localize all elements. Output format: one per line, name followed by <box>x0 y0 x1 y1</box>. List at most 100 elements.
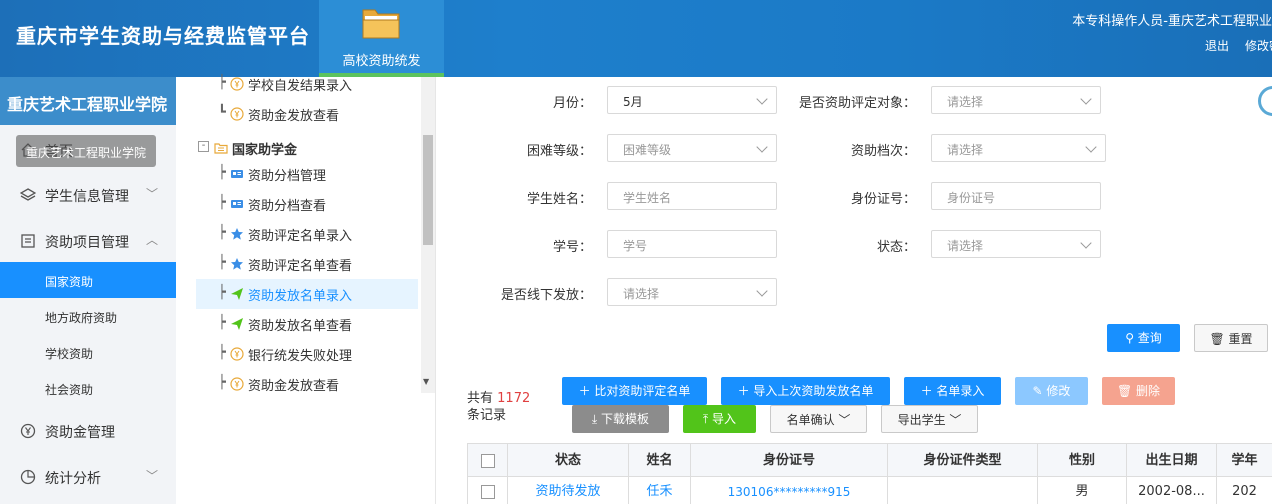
sidebar-item-label: 资助金管理 <box>45 425 115 441</box>
tree-connector: ┝ <box>218 315 226 330</box>
col-header-gender: 性别 <box>1038 444 1127 477</box>
col-header-id: 身份证号 <box>691 444 888 477</box>
tree-item-issue-entry[interactable]: ┝ 资助发放名单录入 <box>196 279 418 309</box>
student-no-placeholder: 学号 <box>623 239 648 253</box>
tree-scrollbar[interactable]: ▼ <box>421 77 435 393</box>
trash-icon: 🗑 <box>1116 384 1137 398</box>
eval-target-select[interactable]: 请选择 <box>931 86 1101 114</box>
tree-item-eval-view[interactable]: ┝ 资助评定名单查看 <box>196 249 418 279</box>
entry-label: 名单录入 <box>936 384 985 398</box>
tree-item-grade-view[interactable]: ┝ 资助分档查看 <box>196 189 418 219</box>
confirm-dropdown[interactable]: 名单确认 ﹀ <box>770 405 867 433</box>
tree-item-grade-manage[interactable]: ┝ 资助分档管理 <box>196 159 418 189</box>
eval-target-placeholder: 请选择 <box>947 95 984 109</box>
school-tooltip: 重庆艺术工程职业学院 <box>16 135 156 167</box>
checkbox[interactable] <box>480 453 495 468</box>
tree-item-fund-view-top[interactable]: ┗ 资助金发放查看 <box>196 99 418 129</box>
sidebar-sub-school[interactable]: 学校资助 <box>0 334 176 370</box>
tab-college-aid[interactable]: 高校资助统发 <box>319 0 444 77</box>
cell-year: 202 <box>1217 477 1272 504</box>
tree-item-self-result[interactable]: ┝ 学校自发结果录入 <box>196 69 418 99</box>
tree-item-bank-fail[interactable]: ┝ 银行统发失败处理 <box>196 339 418 369</box>
tree-item-label: 银行统发失败处理 <box>248 349 353 364</box>
query-button[interactable]: ⚲ 查询 <box>1107 324 1180 352</box>
tree-item-label: 资助金发放查看 <box>248 379 340 394</box>
menu-tree: ┝ 学校自发结果录入 ┗ 资助金发放查看 - 国家助学金 ┝ 资助分档管理 ┝ … <box>176 75 436 504</box>
id-no-input[interactable]: 身份证号 <box>931 182 1101 210</box>
difficulty-select[interactable]: 困难等级 <box>607 134 777 162</box>
header-select-all[interactable] <box>467 444 508 477</box>
edit-button[interactable]: ✎ 修改 <box>1015 377 1088 405</box>
name-input[interactable]: 学生姓名 <box>607 182 777 210</box>
send-icon <box>231 318 243 330</box>
chevron-down-icon: ﹀ <box>146 187 159 201</box>
id-card-icon <box>231 170 243 178</box>
chevron-down-icon <box>1080 237 1092 249</box>
cell-status[interactable]: 资助待发放 <box>508 477 629 504</box>
student-no-input[interactable]: 学号 <box>607 230 777 258</box>
sidebar-sub-local-gov[interactable]: 地方政府资助 <box>0 298 176 334</box>
import-label: 导入 <box>712 412 737 426</box>
tree-group-label: 国家助学金 <box>232 143 298 158</box>
import-last-button[interactable]: ＋ 导入上次资助发放名单 <box>721 377 890 405</box>
sidebar-sub-label: 社会资助 <box>45 383 94 397</box>
sidebar-sub-label: 国家资助 <box>45 275 94 289</box>
school-name: 重庆艺术工程职业学院 <box>0 77 176 125</box>
star-icon <box>231 228 243 240</box>
sidebar-item-student-info[interactable]: 学生信息管理 ﹀ <box>0 177 176 213</box>
student-no-label: 学号： <box>552 240 592 255</box>
sidebar-item-label: 统计分析 <box>45 471 101 487</box>
sidebar-sub-national[interactable]: 国家资助 <box>0 262 176 298</box>
chevron-down-icon <box>756 285 768 297</box>
list-icon <box>21 234 35 248</box>
sidebar-item-stats[interactable]: 统计分析 ﹀ <box>0 459 176 495</box>
logout-link[interactable]: 退出 <box>1205 37 1229 54</box>
offline-placeholder: 请选择 <box>623 287 660 301</box>
month-select[interactable]: 5月 <box>607 86 777 114</box>
tab-label: 高校资助统发 <box>342 54 421 69</box>
export-dropdown[interactable]: 导出学生 ﹀ <box>881 405 978 433</box>
cell-id[interactable]: 130106*********915 <box>691 477 888 504</box>
tree-item-issue-view[interactable]: ┝ 资助发放名单查看 <box>196 309 418 339</box>
grade-label: 资助档次： <box>850 144 916 159</box>
cell-name[interactable]: 任禾 <box>629 477 691 504</box>
status-placeholder: 请选择 <box>947 239 984 253</box>
folder-open-icon <box>214 143 228 154</box>
id-card-icon <box>231 200 243 208</box>
sidebar-item-aid-project[interactable]: 资助项目管理 ︿ <box>0 223 176 259</box>
entry-button[interactable]: ＋ 名单录入 <box>904 377 1001 405</box>
tree-connector: ┗ <box>218 105 226 120</box>
tree-item-label: 资助分档查看 <box>248 199 327 214</box>
sidebar-item-fund[interactable]: 资助金管理 <box>0 413 176 449</box>
reset-button[interactable]: 🗑 重置 <box>1194 324 1268 352</box>
collapse-toggle-icon[interactable]: - <box>198 141 209 152</box>
folder-icon <box>362 9 400 39</box>
compare-button[interactable]: ＋ 比对资助评定名单 <box>562 377 707 405</box>
grade-select[interactable]: 请选择 <box>931 134 1106 162</box>
query-label: 查询 <box>1137 331 1162 345</box>
delete-button[interactable]: 🗑 删除 <box>1102 377 1175 405</box>
sidebar-sub-social[interactable]: 社会资助 <box>0 370 176 406</box>
cell-birth: 2002-08... <box>1127 477 1217 504</box>
tree-item-fund-view[interactable]: ┝ 资助金发放查看 <box>196 369 418 399</box>
scroll-down-arrow-icon[interactable]: ▼ <box>423 377 429 386</box>
plus-icon: ＋ <box>920 384 937 398</box>
tree-item-eval-entry[interactable]: ┝ 资助评定名单录入 <box>196 219 418 249</box>
offline-select[interactable]: 请选择 <box>607 278 777 306</box>
download-template-button[interactable]: ⤓ 下载模板 <box>572 405 669 433</box>
change-password-link[interactable]: 修改密 <box>1245 37 1272 54</box>
pencil-icon: ✎ <box>1032 384 1047 398</box>
import-button[interactable]: ⤒ 导入 <box>683 405 756 433</box>
records-prefix: 共有 <box>467 391 494 406</box>
delete-label: 删除 <box>1136 384 1161 398</box>
chevron-down-icon <box>756 141 768 153</box>
status-select[interactable]: 请选择 <box>931 230 1101 258</box>
sidebar-sub-label: 学校资助 <box>45 347 94 361</box>
scroll-thumb[interactable] <box>423 135 433 245</box>
record-count: 共有 1172 条记录 <box>467 390 530 424</box>
col-header-id-type: 身份证件类型 <box>888 444 1038 477</box>
checkbox[interactable] <box>480 484 495 499</box>
tree-connector: ┝ <box>218 225 226 240</box>
corner-logo <box>1258 86 1272 116</box>
row-select[interactable] <box>467 477 508 504</box>
